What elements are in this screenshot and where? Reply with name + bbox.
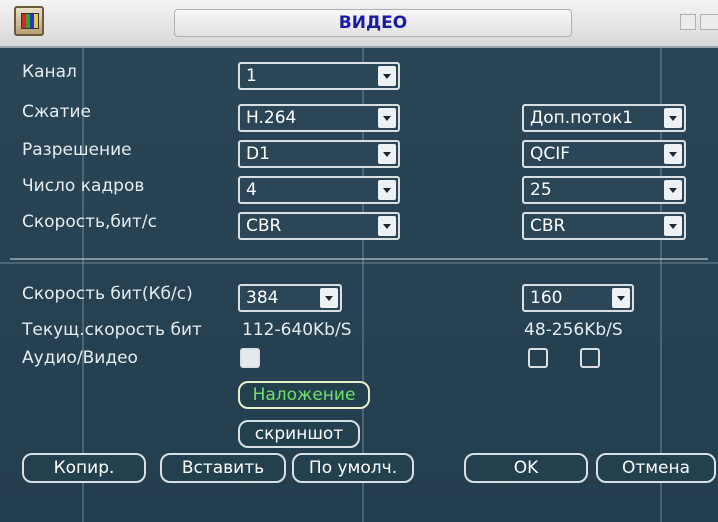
video-settings-icon [14,6,44,36]
bitrate-select[interactable]: 384 [238,284,342,312]
extra-bitrate-type-select[interactable]: CBR [522,212,686,240]
extra-frame-rate-value: 25 [530,180,552,200]
frame-rate-select[interactable]: 4 [238,176,400,204]
grid-line [660,0,662,522]
current-bitrate-label: Текущ.скорость бит [22,320,202,340]
chevron-down-icon[interactable] [378,108,396,128]
bitrate-label: Скорость бит(Кб/с) [22,284,193,304]
paste-button[interactable]: Вставить [160,453,286,483]
audio-video-checkbox[interactable] [240,348,260,368]
chevron-down-icon[interactable] [378,66,396,86]
channel-label: Канал [22,62,77,82]
extra-audio-checkbox[interactable] [580,348,600,368]
extra-resolution-select[interactable]: QCIF [522,140,686,168]
extra-bitrate-type-value: CBR [530,216,566,236]
audio-video-label: Аудио/Видео [22,348,138,368]
compression-label: Сжатие [22,102,92,122]
bitrate-type-value: CBR [246,216,282,236]
default-button[interactable]: По умолч. [292,453,414,483]
ok-button[interactable]: OK [464,453,588,483]
grid-line [82,0,84,522]
stream-value: Доп.поток1 [530,108,634,128]
window-title: ВИДЕО [174,9,572,37]
chevron-down-icon[interactable] [378,144,396,164]
chevron-down-icon[interactable] [612,288,630,308]
stream-select[interactable]: Доп.поток1 [522,104,686,132]
extra-bitrate-select[interactable]: 160 [522,284,634,312]
chevron-down-icon[interactable] [378,216,396,236]
current-bitrate-value: 112-640Kb/S [242,320,352,340]
snapshot-button[interactable]: скриншот [238,420,360,448]
grid-line [0,262,718,264]
channel-select[interactable]: 1 [238,62,400,90]
chevron-down-icon[interactable] [320,288,338,308]
resolution-select[interactable]: D1 [238,140,400,168]
section-divider [10,258,708,260]
extra-bitrate-value: 160 [530,288,563,308]
cancel-button[interactable]: Отмена [596,453,716,483]
frame-rate-value: 4 [246,180,257,200]
bitrate-type-select[interactable]: CBR [238,212,400,240]
compression-value: H.264 [246,108,297,128]
overlay-button[interactable]: Наложение [238,381,370,409]
resolution-label: Разрешение [22,140,132,160]
title-bar: ВИДЕО [0,0,718,48]
resolution-value: D1 [246,144,270,164]
chevron-down-icon[interactable] [664,108,682,128]
chevron-down-icon[interactable] [378,180,396,200]
bitrate-type-label: Скорость,бит/с [22,212,157,232]
channel-value: 1 [246,66,257,86]
compression-select[interactable]: H.264 [238,104,400,132]
copy-button[interactable]: Копир. [22,453,146,483]
close-button[interactable] [700,14,718,30]
extra-resolution-value: QCIF [530,144,571,164]
extra-audio-video-checkbox[interactable] [528,348,548,368]
chevron-down-icon[interactable] [664,144,682,164]
video-settings-window: ВИДЕО Канал 1 Сжатие H.264 Доп.поток1 Ра… [0,0,718,522]
extra-frame-rate-select[interactable]: 25 [522,176,686,204]
bitrate-value: 384 [246,288,279,308]
frame-rate-label: Число кадров [22,176,145,196]
chevron-down-icon[interactable] [664,180,682,200]
extra-current-bitrate-value: 48-256Kb/S [524,320,623,340]
window-control-button[interactable] [680,14,696,30]
chevron-down-icon[interactable] [664,216,682,236]
